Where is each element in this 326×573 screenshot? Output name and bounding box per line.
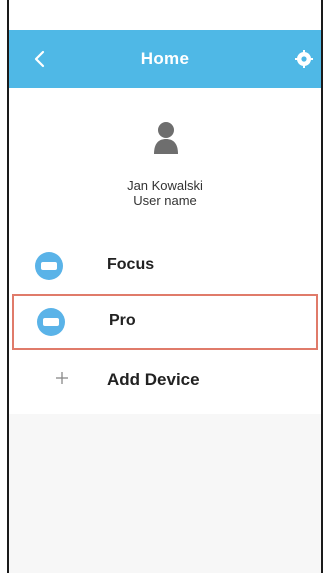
app-screen: Home Jan Kowalski User name Focus Pro Ad…: [7, 0, 323, 573]
top-bar: Home: [9, 30, 321, 88]
add-device-label: Add Device: [107, 370, 200, 389]
avatar[interactable]: [149, 120, 183, 156]
device-list: Focus Pro Add Device: [9, 238, 321, 414]
status-bar: [9, 0, 321, 30]
device-label: Focus: [107, 256, 155, 273]
plus-icon: [55, 371, 69, 385]
profile-section: Jan Kowalski User name: [9, 88, 321, 238]
device-item-pro[interactable]: Pro: [12, 294, 318, 350]
user-name-label: User name: [133, 193, 197, 208]
gear-icon: [295, 50, 313, 68]
main-content: Jan Kowalski User name Focus Pro Add Dev: [9, 88, 321, 573]
settings-button[interactable]: [295, 50, 313, 68]
ac-unit-icon: [37, 308, 65, 336]
user-name-value: Jan Kowalski: [127, 178, 203, 193]
page-title: Home: [140, 49, 190, 68]
user-silhouette-icon: [154, 122, 178, 154]
device-item-focus[interactable]: Focus: [9, 238, 321, 294]
ac-unit-icon: [35, 252, 63, 280]
add-device-button[interactable]: Add Device: [9, 350, 321, 414]
device-label: Pro: [109, 312, 136, 329]
